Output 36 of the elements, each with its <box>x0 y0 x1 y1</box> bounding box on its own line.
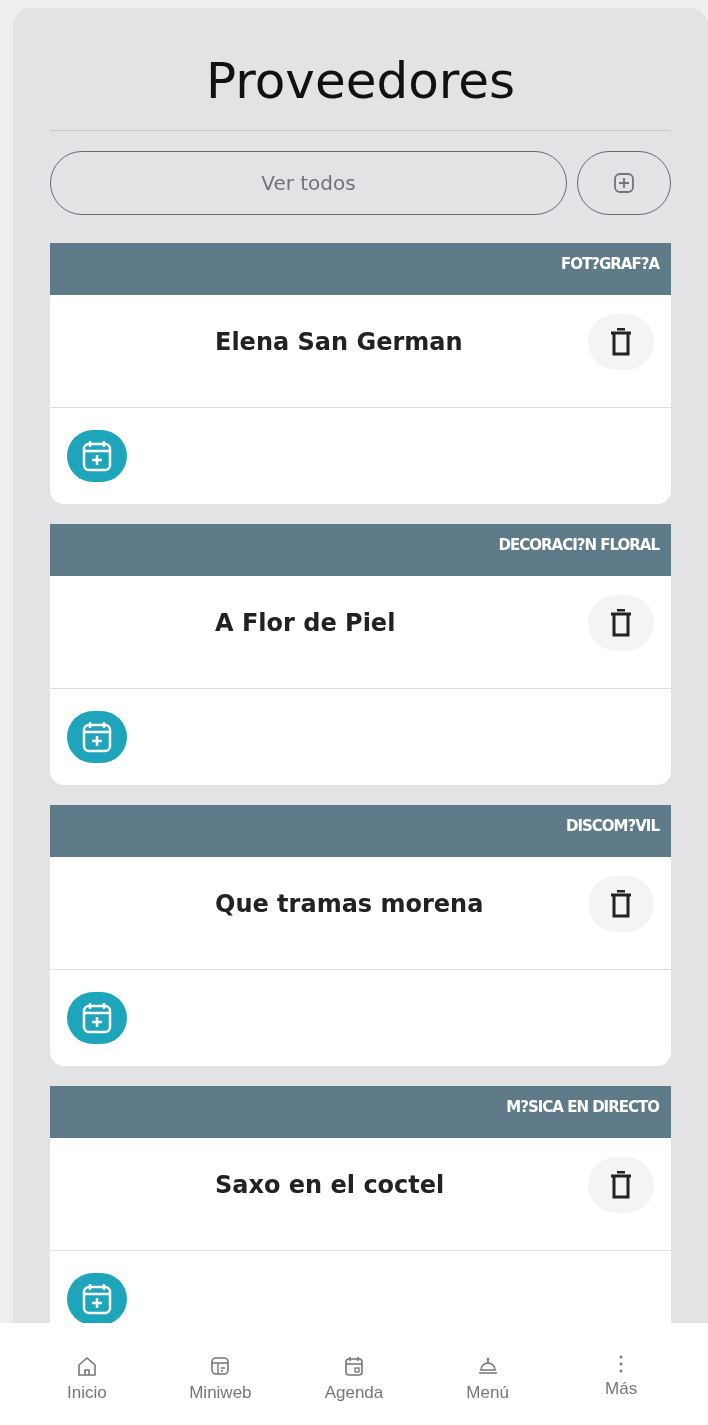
trash-icon <box>610 1171 632 1199</box>
calendar-add-icon <box>81 1001 113 1035</box>
nav-item[interactable]: Miniweb <box>165 1323 276 1425</box>
nav-item[interactable]: Menú <box>432 1323 543 1425</box>
page-title: Proveedores <box>50 8 671 131</box>
calendar-add-icon <box>81 720 113 754</box>
add-event-button[interactable] <box>67 711 127 763</box>
add-event-button[interactable] <box>67 1273 127 1323</box>
provider-name: Elena San German <box>215 327 464 358</box>
nav-item[interactable]: Agenda <box>299 1323 409 1425</box>
trash-icon <box>610 890 632 918</box>
delete-button[interactable] <box>588 314 654 370</box>
provider-name: A Flor de Piel <box>215 608 397 639</box>
web-page-icon <box>209 1355 232 1377</box>
cloche-icon <box>476 1355 499 1377</box>
delete-button[interactable] <box>588 1157 654 1213</box>
category-label: DISCOM?VIL <box>566 817 659 835</box>
add-event-button[interactable] <box>67 992 127 1044</box>
calendar-add-icon <box>81 1282 113 1316</box>
delete-button[interactable] <box>588 876 654 932</box>
nav-item[interactable]: Más <box>566 1323 677 1425</box>
calendar-add-icon <box>81 439 113 473</box>
more-icon <box>619 1355 624 1373</box>
delete-button[interactable] <box>588 595 654 651</box>
calendar-icon <box>343 1355 365 1377</box>
nav-item[interactable]: Inicio <box>31 1323 142 1425</box>
provider-name: Saxo en el coctel <box>215 1170 446 1201</box>
trash-icon <box>610 609 632 637</box>
add-event-button[interactable] <box>67 430 127 482</box>
category-label: FOT?GRAF?A <box>561 255 659 273</box>
home-icon <box>75 1355 98 1377</box>
plus-square-icon <box>613 172 635 194</box>
category-label: DECORACI?N FLORAL <box>498 536 659 554</box>
category-label: M?SICA EN DIRECTO <box>506 1098 659 1116</box>
provider-name: Que tramas morena <box>215 889 485 920</box>
trash-icon <box>610 328 632 356</box>
